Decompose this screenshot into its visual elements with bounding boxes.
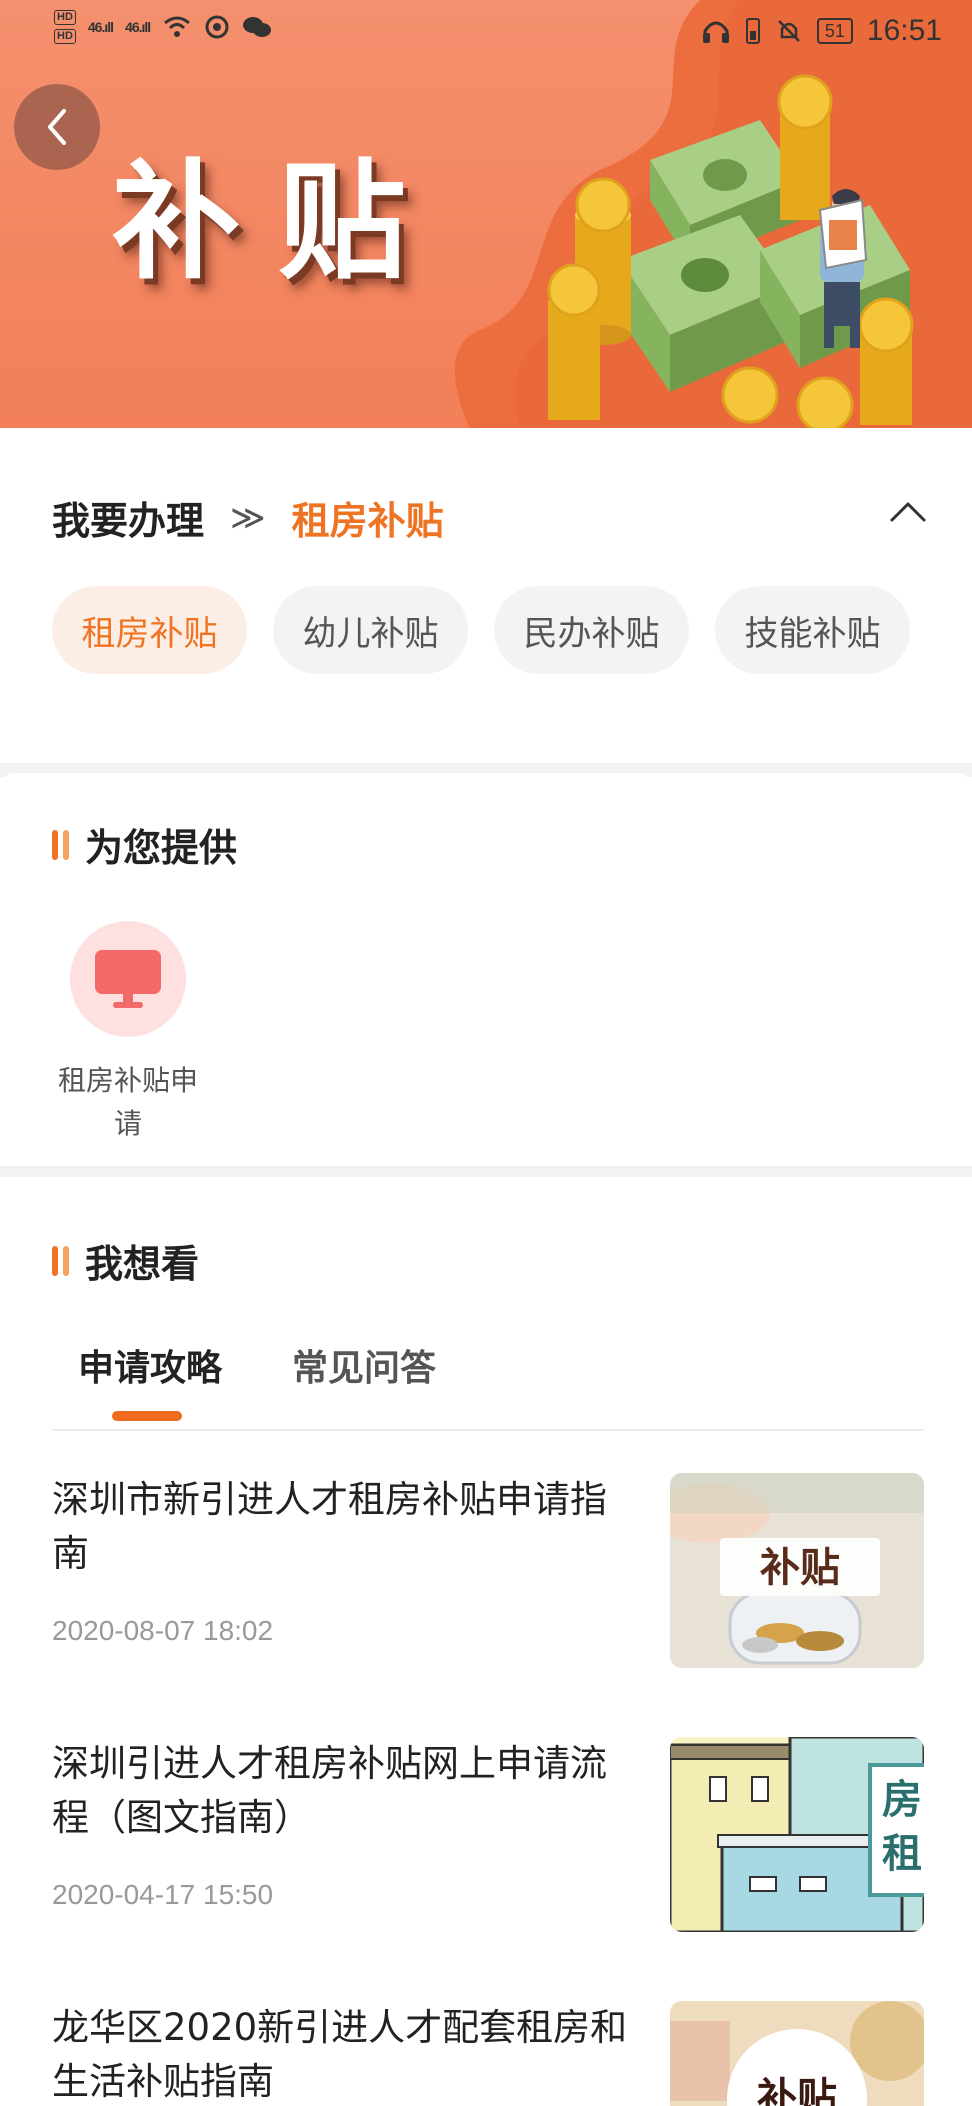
chevron-left-icon — [48, 109, 66, 145]
coin-stack-3 — [777, 74, 833, 220]
article-thumbnail: 补贴 — [670, 2001, 924, 2106]
headphones-icon — [702, 21, 729, 43]
coins-illustration: 补贴 — [670, 2001, 924, 2106]
chip-rent-subsidy[interactable]: 租房补贴 — [52, 586, 247, 674]
section-divider — [0, 1166, 972, 1177]
provide-title: 为您提供 — [85, 826, 238, 870]
wechat-icon — [243, 17, 272, 37]
article-date: 2020-04-17 15:50 — [52, 1879, 274, 1910]
house-rent-illustration: 房 租 — [670, 1737, 924, 1932]
coin-stack-4 — [858, 297, 914, 425]
status-time: 16:51 — [866, 14, 942, 47]
section-marker-icon — [52, 1245, 69, 1276]
service-rent-subsidy-apply[interactable]: 租房补贴申请 — [52, 921, 204, 1145]
banner-title: 补贴 — [112, 147, 445, 297]
service-icon-bg — [70, 921, 186, 1037]
thumb-text-2: 租 — [882, 1830, 922, 1877]
coin-stack-2 — [547, 263, 601, 420]
watch-header: 我想看 — [52, 1233, 199, 1288]
tab-apply-guide[interactable]: 申请攻略 — [78, 1339, 222, 1391]
chip-child-subsidy[interactable]: 幼儿补贴 — [273, 586, 468, 674]
monitor-icon — [95, 950, 161, 1008]
double-chevron-icon: ≫ — [230, 497, 266, 538]
category-chips: 租房补贴 幼儿补贴 民办补贴 技能补贴 — [52, 586, 910, 674]
watch-section: 我想看 申请攻略 常见问答 深圳市新引进人才租房补贴申请指南 2020-08-0… — [0, 1177, 972, 2106]
handle-header: 我要办理 ≫ 租房补贴 — [52, 490, 444, 545]
article-item[interactable]: 龙华区2020新引进人才配套租房和生活补贴指南 补贴 — [52, 2001, 924, 2106]
active-tab-indicator — [112, 1411, 182, 1421]
provide-section: 为您提供 租房补贴申请 — [0, 773, 972, 1166]
article-item[interactable]: 深圳引进人才租房补贴网上申请流程（图文指南） 2020-04-17 15:50 … — [52, 1737, 924, 1932]
coin-jar-illustration: 补贴 — [670, 1473, 924, 1668]
thumb-text: 补贴 — [757, 2074, 837, 2106]
article-item[interactable]: 深圳市新引进人才租房补贴申请指南 2020-08-07 18:02 补贴 — [52, 1473, 924, 1668]
article-title: 深圳市新引进人才租房补贴申请指南 — [52, 1478, 607, 1575]
hd-badge: HD — [54, 10, 76, 25]
article-title: 深圳引进人才租房补贴网上申请流程（图文指南） — [52, 1742, 607, 1839]
tab-faq[interactable]: 常见问答 — [292, 1339, 436, 1391]
status-bar: HD HD 46.ıll 46.ıll 51 16:51 — [0, 0, 972, 70]
thumb-text-1: 房 — [882, 1776, 922, 1823]
wifi-icon — [164, 16, 191, 37]
article-date: 2020-08-07 18:02 — [52, 1615, 274, 1646]
mute-icon — [778, 20, 800, 42]
article-title: 龙华区2020新引进人才配套租房和生活补贴指南 — [52, 2006, 628, 2103]
provide-header: 为您提供 — [52, 817, 237, 872]
chip-private-subsidy[interactable]: 民办补贴 — [494, 586, 689, 674]
thumb-text: 补贴 — [760, 1544, 840, 1591]
signal-icon: 46.ıll — [125, 19, 151, 35]
sync-icon — [205, 15, 229, 39]
watch-title: 我想看 — [85, 1242, 200, 1286]
section-marker-icon — [52, 829, 69, 860]
chevron-up-icon[interactable] — [888, 498, 928, 524]
sim-icon — [745, 18, 760, 44]
chip-skill-subsidy[interactable]: 技能补贴 — [715, 586, 910, 674]
battery-indicator: 51 — [816, 18, 853, 44]
handle-current-category: 租房补贴 — [291, 499, 444, 543]
back-button[interactable] — [14, 84, 100, 170]
article-tabs: 申请攻略 常见问答 — [52, 1339, 924, 1431]
hd-badge: HD — [54, 29, 76, 44]
hero-banner: HD HD 46.ıll 46.ıll 51 16:51 补贴 — [0, 0, 972, 428]
service-label: 租房补贴申请 — [57, 1064, 198, 1140]
handle-title: 我要办理 — [52, 499, 205, 543]
signal-icon: 46.ıll — [87, 19, 114, 35]
handle-section: 我要办理 ≫ 租房补贴 租房补贴 幼儿补贴 民办补贴 技能补贴 — [0, 428, 972, 763]
article-thumbnail: 补贴 — [670, 1473, 924, 1668]
person-with-laptop — [818, 189, 868, 348]
article-thumbnail: 房 租 — [670, 1737, 924, 1932]
